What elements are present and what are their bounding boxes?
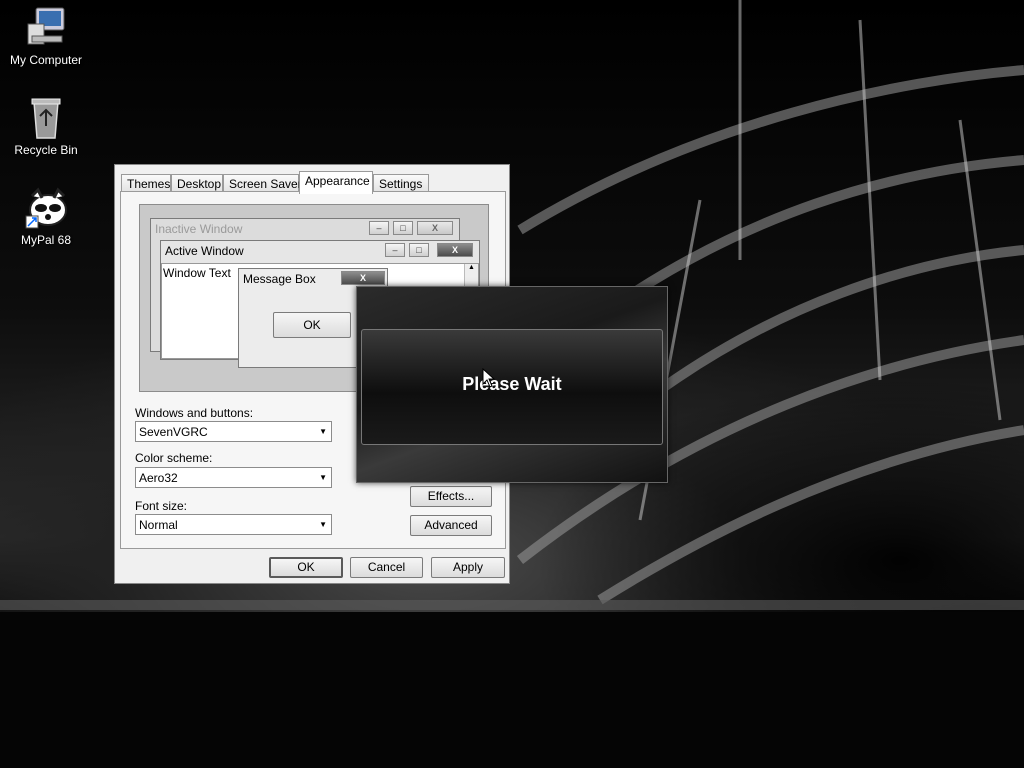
close-icon: X: [341, 271, 385, 285]
desktop-icon-recycle-bin[interactable]: Recycle Bin: [0, 96, 92, 157]
minimize-icon: –: [369, 221, 389, 235]
mouse-cursor-icon: [482, 368, 496, 388]
active-window-title: Active Window: [165, 244, 244, 258]
mypal-icon: [24, 186, 68, 230]
advanced-button[interactable]: Advanced: [410, 515, 492, 536]
window-text-label: Window Text: [163, 266, 231, 280]
chevron-down-icon: ▼: [319, 427, 327, 436]
please-wait-message: Please Wait: [462, 374, 562, 394]
message-box-ok-preview: OK: [273, 312, 351, 338]
close-icon: X: [417, 221, 453, 235]
maximize-icon: □: [393, 221, 413, 235]
please-wait-dialog: Please Wait: [356, 286, 668, 483]
scroll-up-icon: ▲: [468, 264, 475, 271]
tab-appearance[interactable]: Appearance: [299, 171, 373, 194]
color-scheme-select[interactable]: Aero32 ▼: [135, 467, 332, 488]
maximize-icon: □: [409, 243, 429, 257]
desktop-icon-mypal[interactable]: MyPal 68: [0, 186, 92, 247]
chevron-down-icon: ▼: [319, 473, 327, 482]
desktop: My Computer Recycle Bin MyPal 68 Themes …: [0, 0, 1024, 768]
windows-buttons-label: Windows and buttons:: [135, 406, 254, 420]
desktop-icon-my-computer[interactable]: My Computer: [0, 6, 92, 67]
apply-button[interactable]: Apply: [431, 557, 505, 578]
close-icon: X: [437, 243, 473, 257]
computer-icon: [24, 6, 68, 50]
minimize-icon: –: [385, 243, 405, 257]
please-wait-panel: Please Wait: [361, 329, 663, 445]
font-size-label: Font size:: [135, 499, 188, 513]
chevron-down-icon: ▼: [319, 520, 327, 529]
ok-button[interactable]: OK: [269, 557, 343, 578]
font-size-select[interactable]: Normal ▼: [135, 514, 332, 535]
windows-buttons-select[interactable]: SevenVGRC ▼: [135, 421, 332, 442]
cancel-button[interactable]: Cancel: [350, 557, 423, 578]
effects-button[interactable]: Effects...: [410, 486, 492, 507]
recycle-bin-icon: [24, 96, 68, 140]
color-scheme-label: Color scheme:: [135, 451, 213, 465]
